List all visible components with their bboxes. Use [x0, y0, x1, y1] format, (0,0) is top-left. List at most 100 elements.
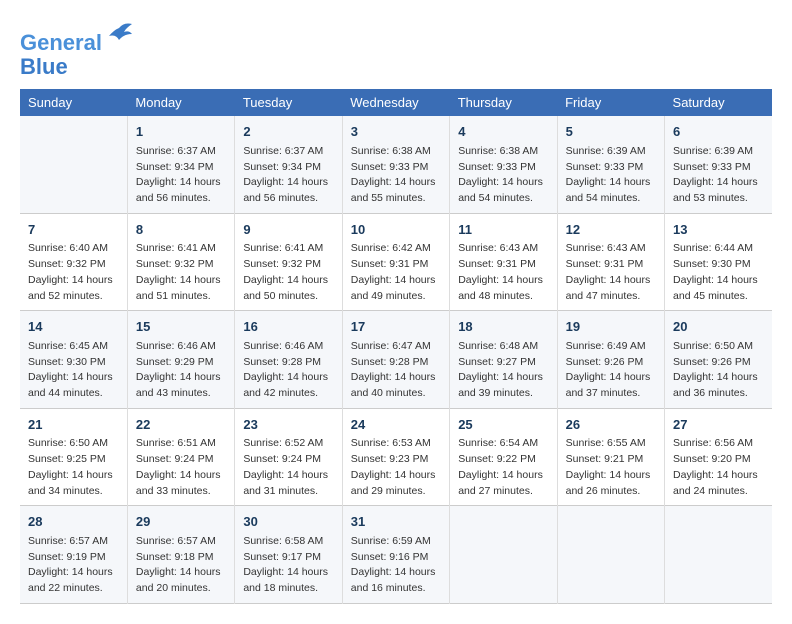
day-cell: 8Sunrise: 6:41 AMSunset: 9:32 PMDaylight… [127, 213, 234, 311]
day-number: 6 [673, 122, 764, 142]
day-cell: 21Sunrise: 6:50 AMSunset: 9:25 PMDayligh… [20, 408, 127, 506]
day-info: Sunrise: 6:50 AMSunset: 9:26 PMDaylight:… [673, 339, 764, 402]
day-info: Sunrise: 6:39 AMSunset: 9:33 PMDaylight:… [566, 144, 656, 207]
day-number: 26 [566, 415, 656, 435]
day-info: Sunrise: 6:48 AMSunset: 9:27 PMDaylight:… [458, 339, 548, 402]
day-number: 14 [28, 317, 119, 337]
day-cell [557, 506, 664, 604]
day-info: Sunrise: 6:52 AMSunset: 9:24 PMDaylight:… [243, 436, 333, 499]
day-cell: 5Sunrise: 6:39 AMSunset: 9:33 PMDaylight… [557, 116, 664, 213]
day-number: 25 [458, 415, 548, 435]
day-cell: 15Sunrise: 6:46 AMSunset: 9:29 PMDayligh… [127, 311, 234, 409]
day-info: Sunrise: 6:57 AMSunset: 9:19 PMDaylight:… [28, 534, 119, 597]
day-number: 5 [566, 122, 656, 142]
day-number: 11 [458, 220, 548, 240]
day-number: 29 [136, 512, 226, 532]
day-info: Sunrise: 6:45 AMSunset: 9:30 PMDaylight:… [28, 339, 119, 402]
day-number: 1 [136, 122, 226, 142]
day-info: Sunrise: 6:37 AMSunset: 9:34 PMDaylight:… [136, 144, 226, 207]
day-cell: 7Sunrise: 6:40 AMSunset: 9:32 PMDaylight… [20, 213, 127, 311]
logo-text: General Blue [20, 20, 134, 79]
day-cell: 20Sunrise: 6:50 AMSunset: 9:26 PMDayligh… [665, 311, 772, 409]
day-number: 10 [351, 220, 441, 240]
week-row-2: 7Sunrise: 6:40 AMSunset: 9:32 PMDaylight… [20, 213, 772, 311]
day-cell: 27Sunrise: 6:56 AMSunset: 9:20 PMDayligh… [665, 408, 772, 506]
day-number: 31 [351, 512, 441, 532]
weekday-header-row: SundayMondayTuesdayWednesdayThursdayFrid… [20, 89, 772, 116]
day-number: 22 [136, 415, 226, 435]
day-info: Sunrise: 6:44 AMSunset: 9:30 PMDaylight:… [673, 241, 764, 304]
header-tuesday: Tuesday [235, 89, 342, 116]
day-cell: 3Sunrise: 6:38 AMSunset: 9:33 PMDaylight… [342, 116, 449, 213]
day-cell: 16Sunrise: 6:46 AMSunset: 9:28 PMDayligh… [235, 311, 342, 409]
day-info: Sunrise: 6:40 AMSunset: 9:32 PMDaylight:… [28, 241, 119, 304]
day-cell: 1Sunrise: 6:37 AMSunset: 9:34 PMDaylight… [127, 116, 234, 213]
header-thursday: Thursday [450, 89, 557, 116]
day-cell: 26Sunrise: 6:55 AMSunset: 9:21 PMDayligh… [557, 408, 664, 506]
day-cell: 9Sunrise: 6:41 AMSunset: 9:32 PMDaylight… [235, 213, 342, 311]
day-number: 23 [243, 415, 333, 435]
day-number: 16 [243, 317, 333, 337]
day-cell: 22Sunrise: 6:51 AMSunset: 9:24 PMDayligh… [127, 408, 234, 506]
day-info: Sunrise: 6:49 AMSunset: 9:26 PMDaylight:… [566, 339, 656, 402]
day-cell: 18Sunrise: 6:48 AMSunset: 9:27 PMDayligh… [450, 311, 557, 409]
day-info: Sunrise: 6:38 AMSunset: 9:33 PMDaylight:… [351, 144, 441, 207]
day-cell: 2Sunrise: 6:37 AMSunset: 9:34 PMDaylight… [235, 116, 342, 213]
day-cell: 28Sunrise: 6:57 AMSunset: 9:19 PMDayligh… [20, 506, 127, 604]
day-info: Sunrise: 6:54 AMSunset: 9:22 PMDaylight:… [458, 436, 548, 499]
week-row-1: 1Sunrise: 6:37 AMSunset: 9:34 PMDaylight… [20, 116, 772, 213]
day-cell: 14Sunrise: 6:45 AMSunset: 9:30 PMDayligh… [20, 311, 127, 409]
day-cell: 4Sunrise: 6:38 AMSunset: 9:33 PMDaylight… [450, 116, 557, 213]
day-cell: 6Sunrise: 6:39 AMSunset: 9:33 PMDaylight… [665, 116, 772, 213]
day-number: 13 [673, 220, 764, 240]
day-number: 27 [673, 415, 764, 435]
day-cell: 13Sunrise: 6:44 AMSunset: 9:30 PMDayligh… [665, 213, 772, 311]
day-number: 15 [136, 317, 226, 337]
day-info: Sunrise: 6:58 AMSunset: 9:17 PMDaylight:… [243, 534, 333, 597]
day-number: 18 [458, 317, 548, 337]
day-cell: 17Sunrise: 6:47 AMSunset: 9:28 PMDayligh… [342, 311, 449, 409]
page-header: General Blue [20, 20, 772, 79]
day-number: 7 [28, 220, 119, 240]
day-number: 24 [351, 415, 441, 435]
day-number: 28 [28, 512, 119, 532]
day-info: Sunrise: 6:38 AMSunset: 9:33 PMDaylight:… [458, 144, 548, 207]
header-sunday: Sunday [20, 89, 127, 116]
day-cell [20, 116, 127, 213]
day-number: 17 [351, 317, 441, 337]
header-monday: Monday [127, 89, 234, 116]
day-number: 9 [243, 220, 333, 240]
day-cell [450, 506, 557, 604]
week-row-5: 28Sunrise: 6:57 AMSunset: 9:19 PMDayligh… [20, 506, 772, 604]
day-info: Sunrise: 6:43 AMSunset: 9:31 PMDaylight:… [458, 241, 548, 304]
day-cell: 25Sunrise: 6:54 AMSunset: 9:22 PMDayligh… [450, 408, 557, 506]
week-row-4: 21Sunrise: 6:50 AMSunset: 9:25 PMDayligh… [20, 408, 772, 506]
day-info: Sunrise: 6:59 AMSunset: 9:16 PMDaylight:… [351, 534, 441, 597]
day-cell [665, 506, 772, 604]
day-number: 2 [243, 122, 333, 142]
day-info: Sunrise: 6:46 AMSunset: 9:28 PMDaylight:… [243, 339, 333, 402]
day-info: Sunrise: 6:57 AMSunset: 9:18 PMDaylight:… [136, 534, 226, 597]
day-cell: 11Sunrise: 6:43 AMSunset: 9:31 PMDayligh… [450, 213, 557, 311]
day-cell: 29Sunrise: 6:57 AMSunset: 9:18 PMDayligh… [127, 506, 234, 604]
day-cell: 10Sunrise: 6:42 AMSunset: 9:31 PMDayligh… [342, 213, 449, 311]
day-cell: 30Sunrise: 6:58 AMSunset: 9:17 PMDayligh… [235, 506, 342, 604]
logo: General Blue [20, 20, 134, 79]
day-number: 4 [458, 122, 548, 142]
day-info: Sunrise: 6:51 AMSunset: 9:24 PMDaylight:… [136, 436, 226, 499]
day-number: 3 [351, 122, 441, 142]
day-info: Sunrise: 6:55 AMSunset: 9:21 PMDaylight:… [566, 436, 656, 499]
logo-bird-icon [104, 20, 134, 50]
day-number: 12 [566, 220, 656, 240]
day-info: Sunrise: 6:50 AMSunset: 9:25 PMDaylight:… [28, 436, 119, 499]
day-number: 8 [136, 220, 226, 240]
day-info: Sunrise: 6:42 AMSunset: 9:31 PMDaylight:… [351, 241, 441, 304]
day-info: Sunrise: 6:37 AMSunset: 9:34 PMDaylight:… [243, 144, 333, 207]
day-info: Sunrise: 6:56 AMSunset: 9:20 PMDaylight:… [673, 436, 764, 499]
day-number: 21 [28, 415, 119, 435]
day-cell: 19Sunrise: 6:49 AMSunset: 9:26 PMDayligh… [557, 311, 664, 409]
day-info: Sunrise: 6:41 AMSunset: 9:32 PMDaylight:… [136, 241, 226, 304]
day-cell: 31Sunrise: 6:59 AMSunset: 9:16 PMDayligh… [342, 506, 449, 604]
header-friday: Friday [557, 89, 664, 116]
day-cell: 23Sunrise: 6:52 AMSunset: 9:24 PMDayligh… [235, 408, 342, 506]
